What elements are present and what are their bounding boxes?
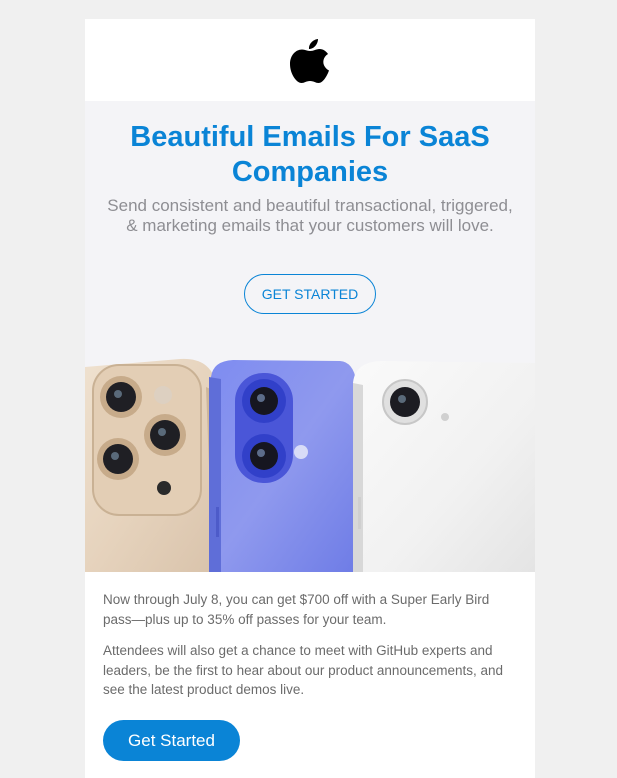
attendees-paragraph: Attendees will also get a chance to meet… — [103, 643, 504, 697]
body-section: Now through July 8, you can get $700 off… — [85, 572, 535, 761]
email-card: Beautiful Emails For SaaS Companies Send… — [85, 19, 535, 778]
apple-logo-icon[interactable] — [289, 36, 331, 84]
phones-image — [85, 358, 535, 572]
logo-bar — [85, 19, 535, 101]
promo-paragraph: Now through July 8, you can get $700 off… — [103, 592, 490, 627]
hero-section: Beautiful Emails For SaaS Companies Send… — [85, 101, 535, 572]
hero-title: Beautiful Emails For SaaS Companies — [130, 121, 490, 188]
get-started-outline-button[interactable]: GET STARTED — [244, 274, 376, 314]
hero-subtitle: Send consistent and beautiful transactio… — [107, 196, 513, 235]
get-started-button[interactable]: Get Started — [103, 719, 240, 761]
